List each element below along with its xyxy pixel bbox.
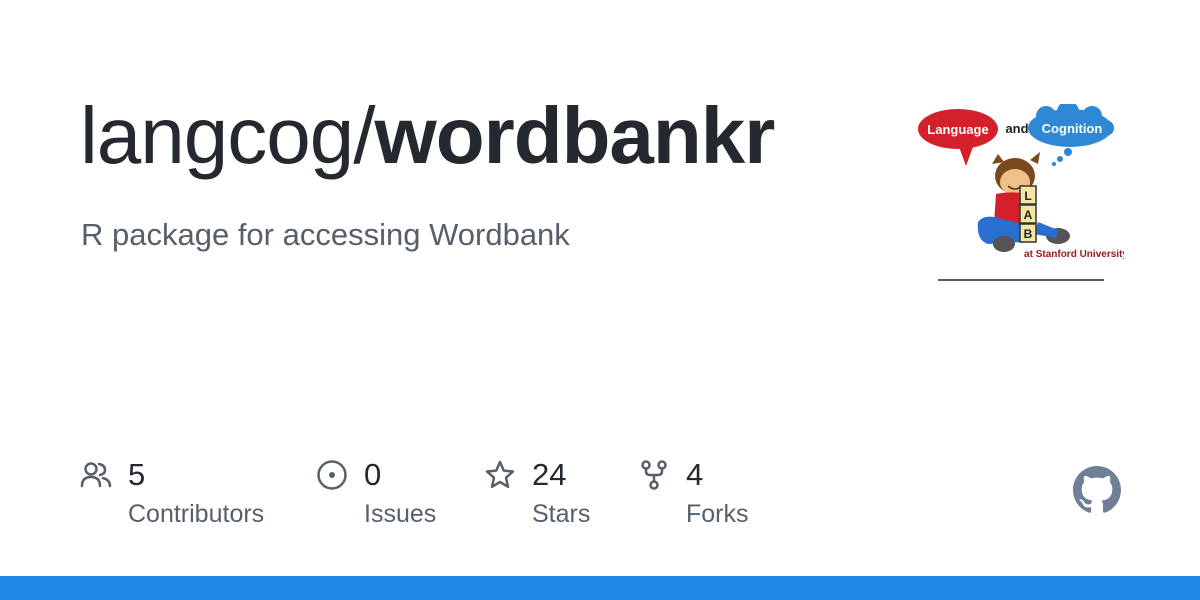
stat-label: Stars <box>532 500 591 528</box>
letter-blocks: L A B <box>1019 185 1037 243</box>
star-icon <box>485 460 515 489</box>
repo-title[interactable]: langcog/wordbankr <box>80 86 775 186</box>
repo-name[interactable]: wordbankr <box>374 91 775 180</box>
stat-value: 5 <box>128 457 146 492</box>
fork-icon <box>641 460 667 490</box>
stat-label: Contributors <box>128 500 265 528</box>
logo-and-text: and <box>1005 121 1028 136</box>
language-color-bar <box>0 576 1200 600</box>
stat-label: Forks <box>686 500 749 528</box>
stat-value: 4 <box>686 457 704 492</box>
block-letter-l: L <box>1024 189 1031 203</box>
issue-icon <box>317 460 347 490</box>
lab-logo: Language and Cognition L A B at Stanford… <box>918 104 1124 281</box>
stat-label: Issues <box>364 500 437 528</box>
logo-caption: at Stanford University <box>1024 249 1124 260</box>
speech-bubble: Language <box>918 109 998 166</box>
logo-language-text: Language <box>927 122 988 137</box>
people-icon <box>80 462 112 488</box>
logo-cognition-text: Cognition <box>1042 121 1103 136</box>
stat-value: 0 <box>364 457 382 492</box>
repo-owner[interactable]: langcog/ <box>80 91 375 180</box>
block-letter-b: B <box>1024 227 1033 241</box>
github-icon[interactable] <box>1073 466 1121 514</box>
block-letter-a: A <box>1024 208 1033 222</box>
repo-social-card: langcog/wordbankr R package for accessin… <box>0 0 1200 600</box>
repo-description: R package for accessing Wordbank <box>81 217 570 252</box>
thought-bubble: Cognition <box>1028 104 1114 166</box>
stat-value: 24 <box>532 457 567 492</box>
